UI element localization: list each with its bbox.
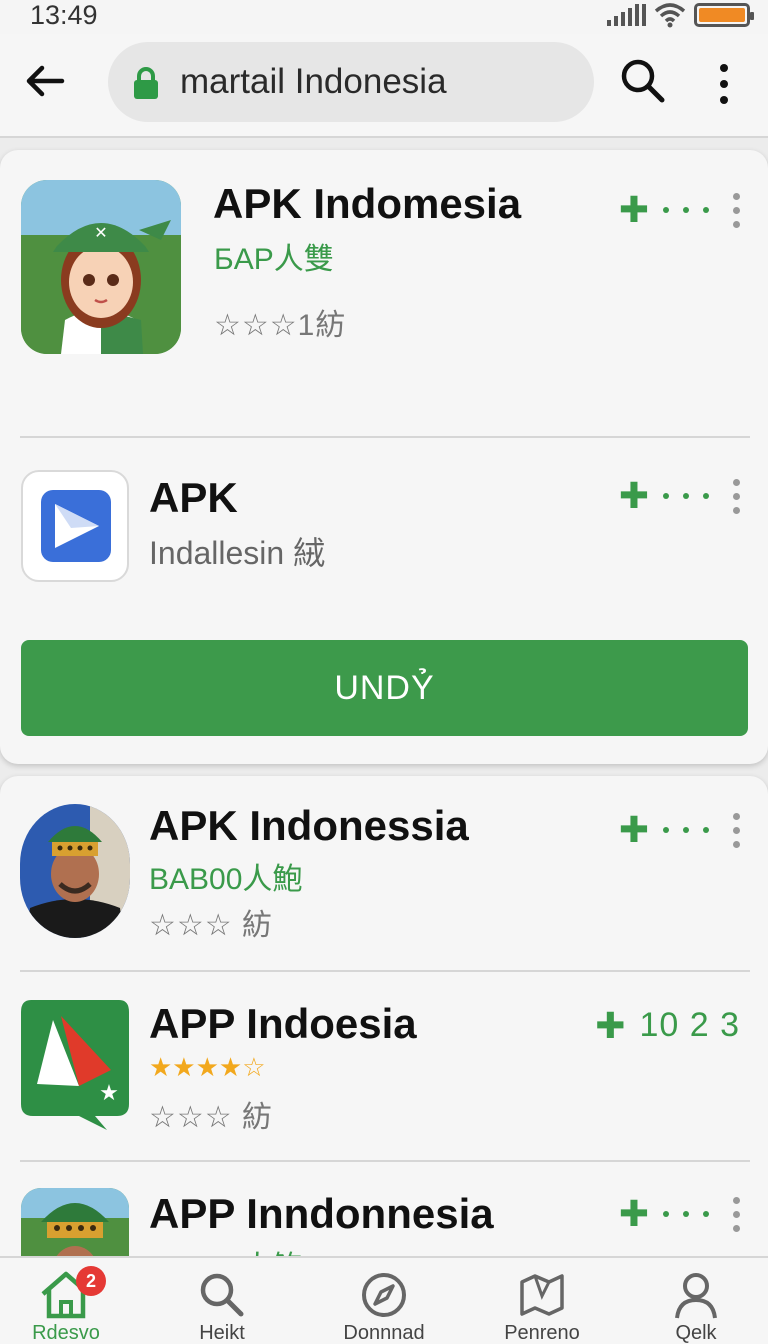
nav-item-search[interactable]: Heikt bbox=[162, 1270, 282, 1344]
app-star-rating: ★★★★☆ bbox=[149, 1052, 266, 1082]
wifi-icon bbox=[654, 3, 686, 28]
search-icon bbox=[200, 1273, 244, 1317]
app-icon-red-arrow[interactable]: ★ bbox=[21, 1000, 129, 1130]
app-title: APK Indomesia bbox=[213, 180, 522, 227]
nav-label: Qelk bbox=[675, 1322, 717, 1344]
list-item[interactable]: APK Indallesin 絨 ✚ bbox=[0, 438, 768, 638]
svg-text:✕: ✕ bbox=[94, 223, 107, 242]
plus-icon[interactable]: ✚ bbox=[595, 1007, 625, 1044]
app-card-featured: ✕ APK Indomesia БAP人雙 ☆☆☆1紡 ✚ APK Indall… bbox=[0, 150, 768, 764]
app-actions: ✚ bbox=[619, 812, 740, 848]
more-vert-icon[interactable] bbox=[733, 812, 740, 848]
signal-icon bbox=[607, 4, 646, 26]
list-item[interactable]: APK Indonessia BAB00人鮑 ☆☆☆ 紡 ✚ bbox=[0, 776, 768, 970]
person-icon bbox=[675, 1273, 717, 1319]
app-icon-avatar-girl[interactable]: ✕ bbox=[21, 180, 181, 354]
app-list-card: APK Indonessia BAB00人鮑 ☆☆☆ 紡 ✚ ★ APP Ind… bbox=[0, 776, 768, 1296]
url-text: martail Indonesia bbox=[180, 62, 447, 101]
list-item[interactable]: ★ APP Indoesia ★★★★☆ ☆☆☆ 紡 ✚ 10 2 3 bbox=[0, 972, 768, 1160]
status-time: 13:49 bbox=[30, 0, 98, 30]
plus-icon[interactable]: ✚ bbox=[619, 192, 649, 228]
map-icon bbox=[520, 1274, 564, 1316]
url-bar[interactable]: martail Indonesia bbox=[108, 42, 594, 122]
bottom-navigation: 2 Rdesvo Heikt Donnnad Penreno Qelk bbox=[0, 1256, 768, 1344]
app-icon-blue-arrow[interactable] bbox=[21, 470, 129, 582]
more-vert-icon[interactable] bbox=[733, 478, 740, 514]
app-subtitle: БAP人雙 bbox=[214, 243, 334, 276]
app-title: APP Indoesia bbox=[149, 1000, 417, 1047]
app-subtitle: Indallesin 絨 bbox=[149, 535, 326, 571]
explore-icon bbox=[362, 1273, 406, 1317]
nav-item-map[interactable]: Penreno bbox=[482, 1270, 602, 1344]
app-subtitle: BAB00人鮑 bbox=[149, 863, 303, 896]
nav-label: Penreno bbox=[504, 1322, 580, 1344]
nav-item-home[interactable]: 2 Rdesvo bbox=[6, 1266, 126, 1344]
notification-badge: 2 bbox=[76, 1266, 106, 1296]
nav-item-explore[interactable]: Donnnad bbox=[324, 1270, 444, 1344]
app-title: APK bbox=[149, 474, 238, 521]
app-icon-man-hat[interactable] bbox=[20, 804, 130, 938]
app-actions: ✚ bbox=[619, 192, 740, 228]
more-vert-icon[interactable] bbox=[733, 1196, 740, 1232]
plus-icon[interactable]: ✚ bbox=[619, 1196, 649, 1232]
lock-icon bbox=[134, 67, 158, 99]
app-title: APK Indonessia bbox=[149, 802, 469, 849]
nav-item-profile[interactable]: Qelk bbox=[636, 1270, 756, 1344]
app-actions: ✚ bbox=[619, 1196, 740, 1232]
plus-icon[interactable]: ✚ bbox=[619, 478, 649, 514]
app-rating: ☆☆☆1紡 bbox=[214, 309, 347, 342]
back-arrow-icon[interactable] bbox=[22, 58, 68, 104]
list-item[interactable]: ✕ APK Indomesia БAP人雙 ☆☆☆1紡 ✚ bbox=[0, 150, 768, 436]
search-icon[interactable] bbox=[618, 56, 668, 106]
nav-label: Heikt bbox=[199, 1322, 245, 1344]
battery-icon bbox=[694, 3, 754, 27]
app-title: APP Inndonnesia bbox=[149, 1190, 494, 1237]
more-vert-icon[interactable] bbox=[733, 192, 740, 228]
more-vert-icon[interactable] bbox=[712, 62, 736, 106]
browser-toolbar: martail Indonesia bbox=[0, 34, 768, 138]
nav-label: Rdesvo bbox=[32, 1322, 100, 1344]
app-rating: ☆☆☆ 紡 bbox=[149, 1101, 274, 1134]
app-actions: ✚ bbox=[619, 478, 740, 514]
plus-icon[interactable]: ✚ bbox=[619, 812, 649, 848]
app-actions: ✚ 10 2 3 bbox=[595, 1006, 740, 1045]
status-icons bbox=[607, 2, 754, 28]
app-rating: ☆☆☆ 紡 bbox=[149, 909, 274, 942]
download-count: 10 2 3 bbox=[639, 1006, 740, 1044]
nav-label: Donnnad bbox=[343, 1322, 425, 1344]
status-bar: 13:49 bbox=[0, 0, 768, 34]
install-button[interactable]: UNDỶ bbox=[21, 640, 748, 736]
svg-text:★: ★ bbox=[99, 1081, 119, 1106]
